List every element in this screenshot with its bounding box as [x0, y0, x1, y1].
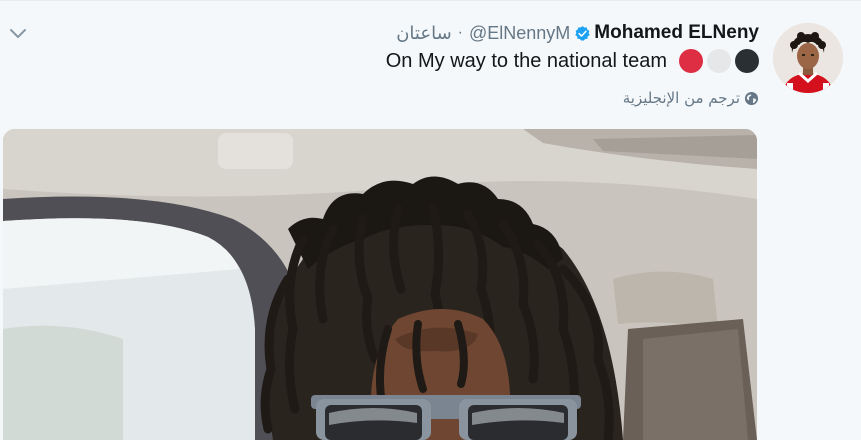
translate-tweet-link[interactable]: ترجم من الإنجليزية [623, 89, 759, 107]
display-name[interactable]: Mohamed ELNeny [594, 22, 759, 44]
red-circle-emoji [679, 49, 703, 73]
verified-badge-icon [575, 25, 591, 41]
black-circle-emoji [735, 49, 759, 73]
selfie-photo [3, 129, 757, 440]
tweet-handle[interactable]: @ElNennyM [469, 23, 570, 44]
tweet-body: On My way to the national team [386, 49, 759, 73]
chevron-down-icon[interactable] [8, 23, 28, 43]
tweet-text: On My way to the national team [385, 49, 667, 72]
tweet-header: ساعتان · @ElNennyM Mohamed ELNeny [396, 21, 759, 45]
tweet-timestamp[interactable]: ساعتان [396, 23, 451, 44]
avatar[interactable] [773, 23, 843, 93]
globe-icon [744, 91, 759, 105]
translate-label[interactable]: ترجم من الإنجليزية [623, 89, 740, 107]
white-circle-emoji [707, 49, 731, 73]
header-separator: · [457, 24, 463, 41]
tweet-photo[interactable] [3, 129, 757, 440]
tweet-card[interactable]: ساعتان · @ElNennyM Mohamed ELNeny On My … [0, 0, 861, 440]
avatar-photo [773, 23, 843, 93]
